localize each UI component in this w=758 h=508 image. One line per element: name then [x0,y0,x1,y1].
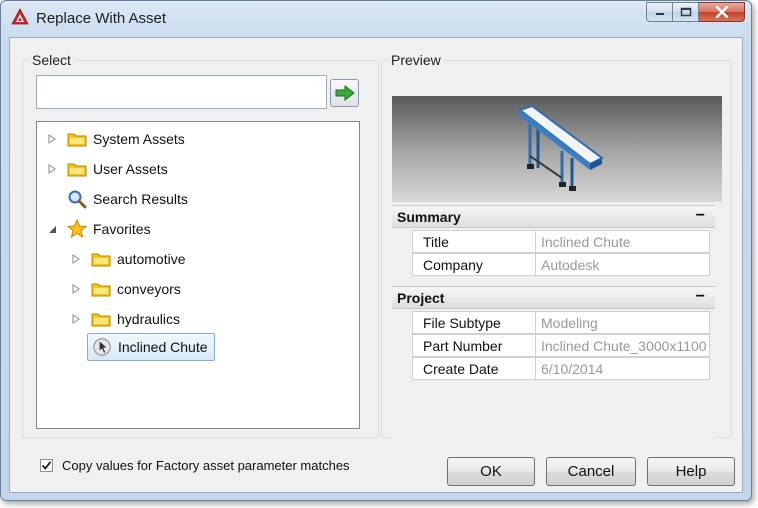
preview-group-label: Preview [388,52,444,68]
tree-item-conveyors[interactable]: conveyors [71,276,181,302]
green-arrow-icon [335,85,355,101]
autocad-app-icon [11,8,29,25]
close-button[interactable] [699,2,745,22]
tree-item-label: Search Results [93,191,188,207]
copy-values-checkbox[interactable] [40,459,53,472]
section-title: Project [397,289,445,306]
asset-tree[interactable]: System Assets User Assets Search Results [36,121,360,429]
property-value: Inclined Chute_3000x1100 [536,334,710,357]
asset-properties-panel: Summary − Title Inclined Chute Company A… [392,205,715,441]
tree-item-label: hydraulics [117,311,181,327]
title-bar[interactable]: Replace With Asset [1,1,751,37]
tree-item-label: Favorites [93,221,151,237]
property-value: Modeling [536,311,710,334]
asset-preview-image [392,96,722,202]
tree-item-inclined-chute[interactable]: Inclined Chute [87,333,215,361]
help-button[interactable]: Help [647,457,735,486]
expand-arrow-icon[interactable] [47,164,57,174]
minimize-icon [655,13,664,15]
expand-arrow-icon[interactable] [71,314,81,324]
tree-item-hydraulics[interactable]: hydraulics [71,306,180,332]
property-name: File Subtype [412,311,536,334]
section-header-project[interactable]: Project − [392,286,715,309]
folder-icon [67,159,87,179]
tree-item-system-assets[interactable]: System Assets [47,126,185,152]
property-row-create-date: Create Date 6/10/2014 [412,357,710,380]
property-name: Company [412,253,536,276]
conveyor-thumbnail [517,104,604,191]
property-row-company: Company Autodesk [412,253,710,276]
tree-item-label: User Assets [93,161,168,177]
property-name: Part Number [412,334,536,357]
minimize-button[interactable] [646,2,673,22]
star-icon [67,219,87,239]
property-value: Inclined Chute [536,230,710,253]
maximize-button[interactable] [673,2,699,22]
preview-group: Preview Summary − Title Inclined Chute C… [381,52,732,441]
search-go-button[interactable] [330,79,359,107]
tree-item-label: Inclined Chute [118,339,208,355]
property-name: Title [412,230,536,253]
tree-item-search-results[interactable]: Search Results [47,186,188,212]
tree-item-user-assets[interactable]: User Assets [47,156,168,182]
select-group-label: Select [29,52,74,68]
property-value: 6/10/2014 [536,357,710,380]
tree-item-favorites[interactable]: Favorites [47,216,151,242]
property-row-file-subtype: File Subtype Modeling [412,311,710,334]
copy-values-label[interactable]: Copy values for Factory asset parameter … [62,458,350,473]
section-header-summary[interactable]: Summary − [392,205,715,228]
expand-arrow-icon[interactable] [71,284,81,294]
replace-with-asset-dialog: Replace With Asset Select System Assets … [0,0,752,501]
folder-icon [91,279,111,299]
property-name: Create Date [412,357,536,380]
ok-button[interactable]: OK [447,457,535,486]
section-title: Summary [397,208,461,225]
tree-item-label: automotive [117,251,186,267]
tree-item-automotive[interactable]: automotive [71,246,185,272]
search-input[interactable] [36,75,327,109]
expand-arrow-icon[interactable] [71,254,81,264]
maximize-icon [680,7,691,17]
folder-icon [67,129,87,149]
asset-cursor-icon [92,337,112,357]
property-value: Autodesk [536,253,710,276]
tree-item-label: System Assets [93,131,185,147]
collapse-section-icon[interactable]: − [696,287,705,307]
collapse-arrow-icon[interactable] [47,224,57,234]
checkmark-icon [41,461,52,470]
window-title: Replace With Asset [36,10,167,27]
dialog-client-area: Select System Assets User Assets Search … [9,37,743,493]
property-row-title: Title Inclined Chute [412,230,710,253]
expand-arrow-icon[interactable] [47,134,57,144]
folder-icon [91,309,111,329]
tree-item-label: conveyors [117,281,181,297]
magnifier-icon [67,189,87,209]
select-group: Select System Assets User Assets Search … [22,52,379,438]
folder-icon [91,249,111,269]
collapse-section-icon[interactable]: − [696,206,705,226]
close-icon [715,6,728,18]
property-row-part-number: Part Number Inclined Chute_3000x1100 [412,334,710,357]
cancel-button[interactable]: Cancel [546,457,636,486]
